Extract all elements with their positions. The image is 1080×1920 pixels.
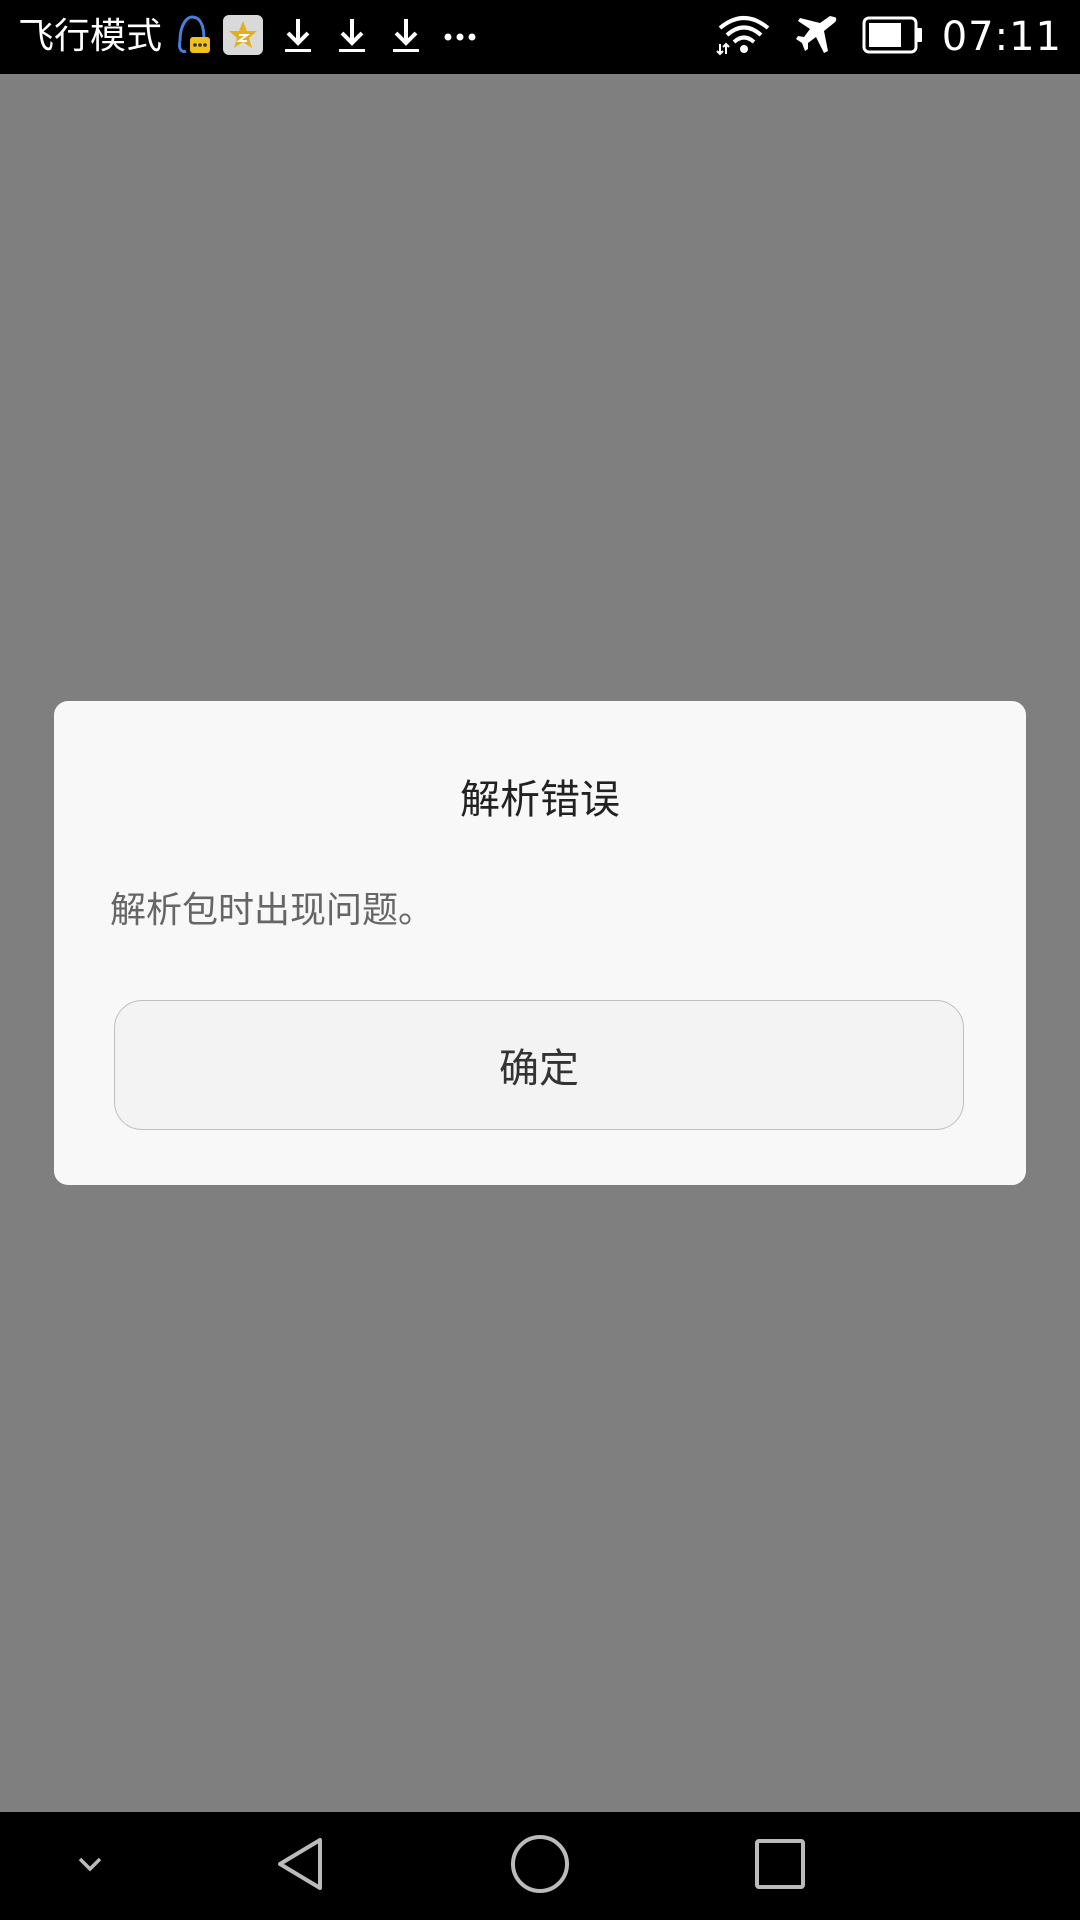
download-icon xyxy=(336,15,368,59)
carrier-label: 飞行模式 xyxy=(18,16,163,57)
collapse-button[interactable] xyxy=(50,1812,130,1920)
home-icon xyxy=(509,1833,571,1899)
recents-button[interactable] xyxy=(730,1812,830,1920)
navigation-bar xyxy=(0,1812,1080,1920)
recents-icon xyxy=(752,1836,808,1896)
status-bar: 飞行模式 07:11 xyxy=(0,0,1080,74)
qq-icon xyxy=(172,11,212,63)
download-icon xyxy=(390,15,422,59)
status-right: 07:11 xyxy=(706,0,1062,74)
wifi-icon xyxy=(716,14,772,60)
collapse-icon xyxy=(74,1853,106,1879)
home-button[interactable] xyxy=(490,1812,590,1920)
download-icon xyxy=(282,15,314,59)
parse-error-dialog: 解析错误 解析包时出现问题。 确定 xyxy=(54,701,1026,1185)
back-icon xyxy=(270,1834,330,1898)
star-app-icon xyxy=(222,14,264,60)
battery-icon xyxy=(862,16,924,58)
dialog-message: 解析包时出现问题。 xyxy=(110,890,435,931)
status-left: 飞行模式 xyxy=(18,0,476,74)
more-icon xyxy=(444,28,476,47)
back-button[interactable] xyxy=(250,1812,350,1920)
dialog-title: 解析错误 xyxy=(460,777,620,823)
confirm-button[interactable]: 确定 xyxy=(114,1000,964,1130)
status-time: 07:11 xyxy=(941,14,1062,60)
airplane-icon xyxy=(794,13,838,61)
